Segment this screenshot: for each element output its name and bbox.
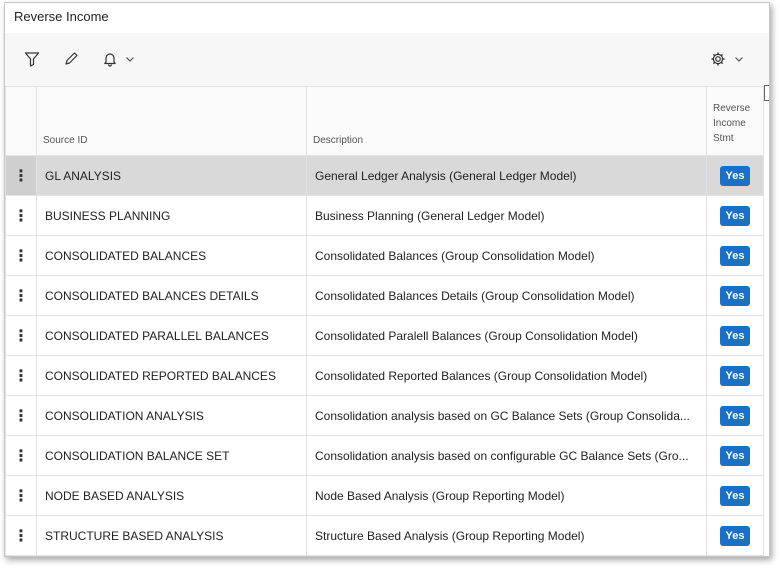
source-id-cell: CONSOLIDATED BALANCES DETAILS bbox=[36, 275, 307, 316]
stmt-cell: Yes bbox=[706, 275, 764, 316]
table-row[interactable]: ⋮ CONSOLIDATED BALANCES Consolidated Bal… bbox=[5, 235, 764, 276]
chevron-down-icon bbox=[734, 57, 743, 62]
yes-badge: Yes bbox=[719, 165, 751, 186]
source-id-cell: STRUCTURE BASED ANALYSIS bbox=[36, 515, 307, 556]
table-row[interactable]: ⋮ NODE BASED ANALYSIS Node Based Analysi… bbox=[5, 475, 764, 516]
description-cell: Structure Based Analysis (Group Reportin… bbox=[306, 515, 707, 556]
toolbar bbox=[5, 33, 769, 101]
column-header-menu bbox=[5, 86, 37, 156]
settings-button[interactable] bbox=[705, 47, 749, 71]
stmt-cell: Yes bbox=[706, 355, 764, 396]
table-row[interactable]: ⋮ GL ANALYSIS General Ledger Analysis (G… bbox=[5, 155, 764, 196]
table-row[interactable]: ⋮ CONSOLIDATION ANALYSIS Consolidation a… bbox=[5, 395, 764, 436]
table-row[interactable]: ⋮ CONSOLIDATED PARALLEL BALANCES Consoli… bbox=[5, 315, 764, 356]
source-id-cell: CONSOLIDATED PARALLEL BALANCES bbox=[36, 315, 307, 356]
source-id-cell: CONSOLIDATED BALANCES bbox=[36, 235, 307, 276]
column-header-reverse-income-stmt[interactable]: Reverse Income Stmt bbox=[706, 86, 764, 156]
description-cell: Business Planning (General Ledger Model) bbox=[306, 195, 707, 236]
row-menu-icon[interactable]: ⋮ bbox=[5, 395, 37, 436]
description-cell: General Ledger Analysis (General Ledger … bbox=[306, 155, 707, 196]
column-label-line: Stmt bbox=[713, 133, 734, 144]
column-label-line: Income bbox=[713, 118, 746, 129]
description-cell: Consolidated Paralell Balances (Group Co… bbox=[306, 315, 707, 356]
yes-badge: Yes bbox=[719, 485, 751, 506]
title-bar: Reverse Income bbox=[5, 3, 769, 33]
column-label: Source ID bbox=[43, 135, 88, 146]
yes-badge: Yes bbox=[719, 325, 751, 346]
stmt-cell: Yes bbox=[706, 235, 764, 276]
description-cell: Consolidated Balances (Group Consolidati… bbox=[306, 235, 707, 276]
column-label-line: Reverse bbox=[713, 103, 751, 114]
chevron-down-icon bbox=[126, 57, 134, 62]
row-menu-icon[interactable]: ⋮ bbox=[5, 435, 37, 476]
table-row[interactable]: ⋮ CONSOLIDATED REPORTED BALANCES Consoli… bbox=[5, 355, 764, 396]
stmt-cell: Yes bbox=[706, 435, 764, 476]
data-grid: Source ID Description Reverse Income Stm… bbox=[5, 86, 769, 556]
reverse-income-table: Source ID Description Reverse Income Stm… bbox=[5, 86, 764, 556]
row-menu-icon[interactable]: ⋮ bbox=[5, 275, 37, 316]
column-header-source-id[interactable]: Source ID bbox=[36, 86, 307, 156]
column-label: Description bbox=[313, 135, 364, 146]
table-header-row: Source ID Description Reverse Income Stm… bbox=[5, 86, 764, 156]
column-header-description[interactable]: Description bbox=[306, 86, 707, 156]
source-id-cell: CONSOLIDATED REPORTED BALANCES bbox=[36, 355, 307, 396]
stmt-cell: Yes bbox=[706, 315, 764, 356]
bell-icon bbox=[104, 53, 116, 67]
row-menu-icon[interactable]: ⋮ bbox=[5, 475, 37, 516]
yes-badge: Yes bbox=[719, 405, 751, 426]
table-row[interactable]: ⋮ BUSINESS PLANNING Business Planning (G… bbox=[5, 195, 764, 236]
notifications-button[interactable] bbox=[98, 47, 140, 71]
row-menu-icon[interactable]: ⋮ bbox=[5, 155, 37, 196]
gear-icon bbox=[711, 52, 724, 66]
row-menu-icon[interactable]: ⋮ bbox=[5, 195, 37, 236]
row-menu-icon[interactable]: ⋮ bbox=[5, 515, 37, 556]
stmt-cell: Yes bbox=[706, 515, 764, 556]
description-cell: Consolidated Balances Details (Group Con… bbox=[306, 275, 707, 316]
row-menu-icon[interactable]: ⋮ bbox=[5, 235, 37, 276]
description-cell: Consolidated Reported Balances (Group Co… bbox=[306, 355, 707, 396]
yes-badge: Yes bbox=[719, 245, 751, 266]
stmt-cell: Yes bbox=[706, 155, 764, 196]
yes-badge: Yes bbox=[719, 525, 751, 546]
stmt-cell: Yes bbox=[706, 475, 764, 516]
source-id-cell: CONSOLIDATION ANALYSIS bbox=[36, 395, 307, 436]
table-row[interactable]: ⋮ CONSOLIDATED BALANCES DETAILS Consolid… bbox=[5, 275, 764, 316]
source-id-cell: CONSOLIDATION BALANCE SET bbox=[36, 435, 307, 476]
source-id-cell: NODE BASED ANALYSIS bbox=[36, 475, 307, 516]
yes-badge: Yes bbox=[719, 365, 751, 386]
row-menu-icon[interactable]: ⋮ bbox=[5, 315, 37, 356]
row-menu-icon[interactable]: ⋮ bbox=[5, 355, 37, 396]
description-cell: Consolidation analysis based on configur… bbox=[306, 435, 707, 476]
stmt-cell: Yes bbox=[706, 195, 764, 236]
reverse-income-window: Reverse Income Source ID Description Rev… bbox=[4, 2, 770, 557]
source-id-cell: BUSINESS PLANNING bbox=[36, 195, 307, 236]
pencil-icon bbox=[65, 52, 78, 65]
table-row[interactable]: ⋮ STRUCTURE BASED ANALYSIS Structure Bas… bbox=[5, 515, 764, 556]
table-row[interactable]: ⋮ CONSOLIDATION BALANCE SET Consolidatio… bbox=[5, 435, 764, 476]
stmt-cell: Yes bbox=[706, 395, 764, 436]
description-cell: Consolidation analysis based on GC Balan… bbox=[306, 395, 707, 436]
yes-badge: Yes bbox=[719, 445, 751, 466]
yes-badge: Yes bbox=[719, 205, 751, 226]
source-id-cell: GL ANALYSIS bbox=[36, 155, 307, 196]
filter-icon bbox=[24, 52, 40, 67]
filter-button[interactable] bbox=[21, 47, 43, 71]
edit-button[interactable] bbox=[60, 47, 82, 71]
description-cell: Node Based Analysis (Group Reporting Mod… bbox=[306, 475, 707, 516]
yes-badge: Yes bbox=[719, 285, 751, 306]
window-title: Reverse Income bbox=[14, 9, 109, 24]
